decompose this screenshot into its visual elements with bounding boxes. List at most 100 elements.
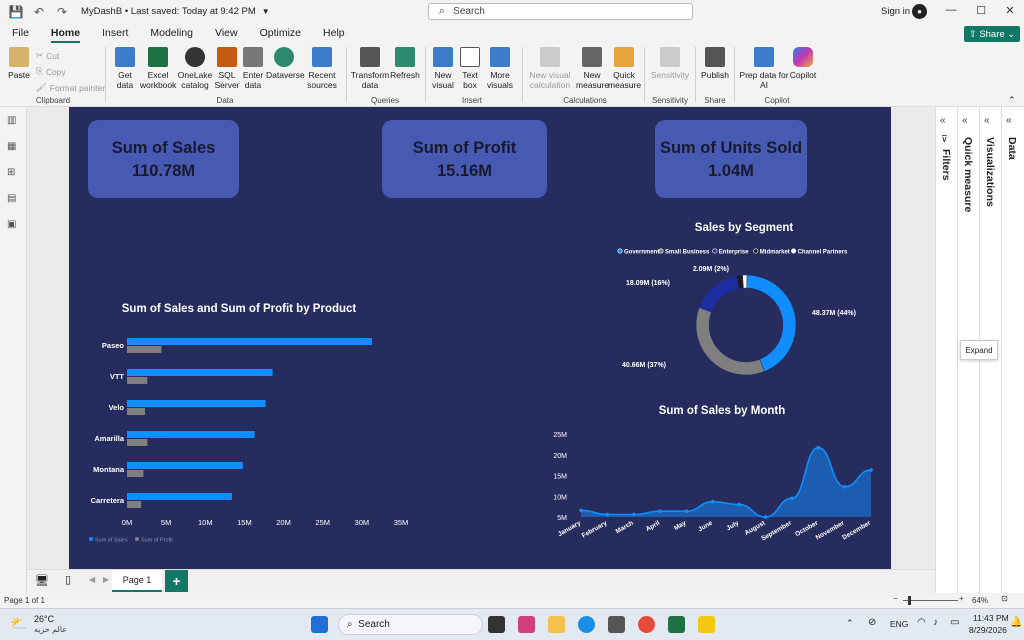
text-box-button[interactable]: Text box (458, 47, 482, 90)
get-data-button[interactable]: Get data (110, 47, 140, 90)
fit-to-page-icon[interactable]: ⊡ (1001, 594, 1008, 603)
collapse-ribbon-icon[interactable]: ⌃ (1008, 95, 1016, 106)
table-view-icon[interactable]: ▦ (7, 141, 20, 153)
chevron-left-icon[interactable]: « (984, 115, 990, 126)
enter-data-button[interactable]: Enter data (240, 47, 266, 90)
new-visual-calculation-button[interactable]: New visual calculation (526, 47, 574, 90)
save-icon[interactable]: 💾 (9, 5, 24, 19)
account-icon[interactable]: ● (912, 4, 927, 19)
tab-file[interactable]: File (0, 27, 39, 43)
chrome-icon[interactable] (638, 616, 655, 633)
chevron-left-icon[interactable]: « (940, 115, 946, 126)
recent-sources-label: Recent sources (307, 70, 337, 90)
new-visual-label: New visual (432, 70, 454, 90)
redo-icon[interactable]: ↷ (55, 5, 69, 19)
chevron-left-icon[interactable]: « (962, 115, 968, 126)
next-page-icon[interactable]: ▶ (103, 575, 109, 584)
x-tick-label: 35M (394, 518, 409, 527)
zoom-in-icon[interactable]: + (959, 594, 964, 603)
publish-button[interactable]: Publish (699, 47, 731, 80)
chevron-up-icon[interactable]: ⌃ (846, 618, 854, 629)
undo-icon[interactable]: ↶ (32, 5, 46, 19)
zoom-out-icon[interactable]: − (893, 594, 898, 603)
power-bi-icon[interactable] (698, 616, 715, 633)
more-visuals-icon (490, 47, 510, 67)
new-measure-button[interactable]: New measure (576, 47, 609, 90)
transform-data-button[interactable]: Transform data (350, 47, 390, 90)
cut-button[interactable]: ✂ Cut (36, 50, 59, 61)
search-input[interactable]: ⌕ Search (428, 3, 693, 20)
prev-page-icon[interactable]: ◀ (89, 575, 95, 584)
notification-icon[interactable]: 🔔 (1010, 617, 1022, 628)
paste-button[interactable]: Paste (6, 47, 32, 80)
prep-data-icon (754, 47, 774, 67)
tab-home[interactable]: Home (39, 27, 90, 43)
network-icon[interactable]: ⊘ (868, 617, 876, 628)
file-explorer-icon[interactable] (548, 616, 565, 633)
quick-measure-button[interactable]: Quick measure (608, 47, 641, 90)
sql-server-button[interactable]: SQL Server (213, 47, 241, 90)
battery-icon[interactable]: ▭ (950, 617, 959, 628)
group-calculations: Calculations (563, 96, 607, 105)
chevron-left-icon[interactable]: « (1006, 115, 1012, 126)
zoom-slider[interactable] (903, 600, 958, 601)
tab-modeling[interactable]: Modeling (138, 27, 203, 43)
tab-optimize[interactable]: Optimize (248, 27, 311, 43)
document-title[interactable]: MyDashB • Last saved: Today at 9:42 PM (81, 6, 256, 17)
excel-icon[interactable] (668, 616, 685, 633)
kpi-card-profit[interactable]: Sum of Profit 15.16M (382, 120, 547, 198)
onelake-catalog-button[interactable]: OneLake catalog (177, 47, 213, 90)
desktop-layout-icon[interactable]: 🖥 (35, 574, 49, 587)
report-view-icon[interactable]: ▥ (7, 115, 20, 127)
clock-date[interactable]: 8/29/2026 (969, 625, 1007, 635)
new-visual-button[interactable]: New visual (428, 47, 458, 90)
language-indicator[interactable]: ENG (890, 619, 908, 629)
more-visuals-button[interactable]: More visuals (484, 47, 516, 90)
taskbar-search[interactable]: ⌕ Search (338, 614, 483, 635)
chevron-down-icon[interactable]: ▼ (262, 7, 270, 16)
task-view-icon[interactable] (488, 616, 505, 633)
dax-query-view-icon[interactable]: ▤ (7, 193, 20, 205)
maximize-icon[interactable]: ☐ (974, 4, 988, 18)
donut-chart[interactable]: Government Small Business Enterprise Midmar… (609, 242, 891, 382)
x-tick-label: March (615, 520, 635, 536)
weather-icon[interactable]: ⛅ (10, 615, 27, 632)
dataverse-button[interactable]: Dataverse (266, 47, 305, 80)
copilot-button[interactable]: Copilot (788, 47, 818, 80)
tab-insert[interactable]: Insert (90, 27, 138, 43)
filters-pane[interactable]: « ⊽ Filters (935, 107, 955, 593)
sensitivity-button[interactable]: Sensitivity (648, 47, 692, 80)
excel-workbook-button[interactable]: Excel workbook (140, 47, 176, 90)
page-tab[interactable]: Page 1 (112, 570, 162, 592)
close-icon[interactable]: ✕ (1003, 4, 1017, 18)
prep-data-ai-button[interactable]: Prep data for AI (738, 47, 790, 90)
minimize-icon[interactable]: — (944, 4, 958, 18)
clock-time[interactable]: 11:43 PM (973, 613, 1009, 623)
share-button[interactable]: ⇪ Share ⌄ (964, 26, 1020, 42)
app-icon[interactable] (518, 616, 535, 633)
zoom-slider-handle[interactable] (908, 596, 911, 605)
refresh-button[interactable]: Refresh (389, 47, 421, 80)
tab-view[interactable]: View (203, 27, 248, 43)
mobile-layout-icon[interactable]: ▯ (65, 573, 71, 586)
divider (644, 47, 645, 102)
kpi-card-sales[interactable]: Sum of Sales 110.78M (88, 120, 239, 198)
sign-in-link[interactable]: Sign in (881, 6, 910, 17)
start-icon[interactable] (311, 616, 328, 633)
model-view-icon[interactable]: ⊞ (7, 167, 20, 179)
store-icon[interactable] (608, 616, 625, 633)
edge-icon[interactable] (578, 616, 595, 633)
volume-icon[interactable]: ♪ (933, 617, 938, 628)
tab-help[interactable]: Help (311, 27, 355, 43)
data-pane[interactable]: « Data (1001, 107, 1024, 593)
tmdl-view-icon[interactable]: ▣ (7, 219, 20, 231)
add-page-button[interactable]: + (165, 570, 188, 592)
recent-sources-button[interactable]: Recent sources (302, 47, 342, 90)
kpi-card-units[interactable]: Sum of Units Sold 1.04M (655, 120, 807, 198)
copy-button[interactable]: ⎘ Copy (36, 66, 66, 77)
wifi-icon[interactable]: ◠ (917, 617, 926, 628)
area-chart[interactable]: 5M 10M 15M 20M 25M JanuaryFebruary March April M… (539, 425, 879, 550)
format-painter-button[interactable]: 🖌 Format painter (36, 82, 105, 93)
bar-chart[interactable]: Paseo VTT Velo Amarilla Montana Carretera 0M 5M… (69, 322, 409, 557)
group-data: Data (216, 96, 234, 105)
